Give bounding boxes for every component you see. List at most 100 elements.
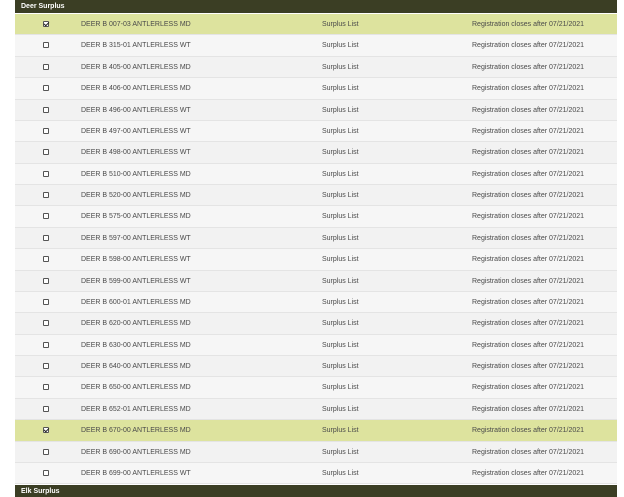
registration-status: Registration closes after 07/21/2021 bbox=[472, 234, 585, 242]
list-type: Surplus List bbox=[322, 384, 359, 392]
elk-surplus-header[interactable]: Elk Surplus bbox=[15, 485, 617, 497]
registration-status: Registration closes after 07/21/2021 bbox=[472, 21, 585, 28]
registration-status: Registration closes after 07/21/2021 bbox=[472, 213, 585, 221]
table-row[interactable]: DEER B 630-00 ANTLERLESS MD Surplus List R… bbox=[15, 334, 617, 356]
table-row[interactable]: DEER B 406-00 ANTLERLESS MD Surplus List R… bbox=[15, 78, 617, 100]
hunt-name: DEER B 406-00 ANTLERLESS MD bbox=[81, 85, 191, 93]
row-checkbox[interactable] bbox=[43, 192, 49, 198]
list-type: Surplus List bbox=[322, 277, 359, 285]
list-type: Surplus List bbox=[322, 320, 359, 328]
table-row[interactable]: DEER B 575-00 ANTLERLESS MD Surplus List R… bbox=[15, 206, 617, 228]
surplus-list-page: Deer Surplus DEER B 007-03 ANTLERLESS MD… bbox=[0, 0, 624, 497]
row-checkbox[interactable] bbox=[43, 170, 49, 177]
registration-status: Registration closes after 07/21/2021 bbox=[472, 298, 585, 306]
list-type: Surplus List bbox=[322, 127, 359, 135]
table-row[interactable]: DEER B 496-00 ANTLERLESS WT Surplus List R… bbox=[15, 99, 617, 121]
table-row[interactable]: DEER B 690-00 ANTLERLESS MD Surplus List R… bbox=[15, 441, 617, 463]
row-checkbox[interactable] bbox=[43, 127, 49, 134]
row-checkbox[interactable] bbox=[43, 469, 49, 476]
list-type: Surplus List bbox=[322, 234, 359, 242]
list-type: Surplus List bbox=[322, 213, 359, 221]
registration-status: Registration closes after 07/21/2021 bbox=[472, 469, 585, 477]
list-type: Surplus List bbox=[322, 42, 359, 50]
table-row[interactable]: DEER B 599-00 ANTLERLESS WT Surplus List R… bbox=[15, 270, 617, 292]
registration-status: Registration closes after 07/21/2021 bbox=[472, 170, 585, 178]
row-checkbox[interactable] bbox=[43, 149, 49, 156]
row-checkbox[interactable] bbox=[43, 106, 49, 113]
deer-surplus-header[interactable]: Deer Surplus bbox=[15, 0, 617, 13]
table-row[interactable]: DEER B 007-03 ANTLERLESS MD Surplus List R… bbox=[15, 14, 617, 36]
row-checkbox[interactable] bbox=[43, 234, 49, 241]
table-row[interactable]: DEER B 640-00 ANTLERLESS MD Surplus List R… bbox=[15, 356, 617, 378]
hunt-name: DEER B 640-00 ANTLERLESS MD bbox=[81, 363, 191, 370]
row-checkbox[interactable] bbox=[43, 85, 49, 92]
hunt-name: DEER B 620-00 ANTLERLESS MD bbox=[81, 320, 191, 328]
registration-status: Registration closes after 07/21/2021 bbox=[472, 427, 585, 435]
list-type: Surplus List bbox=[322, 469, 359, 477]
row-checkbox[interactable] bbox=[43, 213, 49, 220]
row-checkbox[interactable] bbox=[43, 341, 49, 348]
hunt-name: DEER B 007-03 ANTLERLESS MD bbox=[81, 21, 191, 28]
table-row[interactable]: DEER B 652-01 ANTLERLESS MD Surplus List R… bbox=[15, 398, 617, 421]
row-checkbox[interactable] bbox=[43, 277, 49, 284]
table-row[interactable]: DEER B 600-01 ANTLERLESS MD Surplus List R… bbox=[15, 291, 617, 314]
table-row[interactable]: DEER B 520-00 ANTLERLESS MD Surplus List R… bbox=[15, 185, 617, 207]
table-row[interactable]: DEER B 510-00 ANTLERLESS MD Surplus List R… bbox=[15, 163, 617, 185]
list-type: Surplus List bbox=[322, 405, 359, 413]
registration-status: Registration closes after 07/21/2021 bbox=[472, 448, 585, 456]
hunt-name: DEER B 597-00 ANTLERLESS WT bbox=[81, 234, 191, 242]
list-type: Surplus List bbox=[322, 192, 359, 199]
table-row[interactable]: DEER B 315-01 ANTLERLESS WT Surplus List R… bbox=[15, 35, 617, 57]
row-checkbox[interactable] bbox=[43, 320, 49, 327]
table-row[interactable]: DEER B 620-00 ANTLERLESS MD Surplus List R… bbox=[15, 313, 617, 335]
table-row[interactable]: DEER B 597-00 ANTLERLESS WT Surplus List R… bbox=[15, 227, 617, 250]
list-type: Surplus List bbox=[322, 341, 359, 349]
row-checkbox[interactable] bbox=[43, 256, 49, 263]
list-type: Surplus List bbox=[322, 256, 359, 264]
hunt-name: DEER B 670-00 ANTLERLESS MD bbox=[81, 427, 191, 435]
table-row[interactable]: DEER B 497-00 ANTLERLESS WT Surplus List R… bbox=[15, 120, 617, 143]
hunt-name: DEER B 598-00 ANTLERLESS WT bbox=[81, 256, 191, 264]
row-checkbox[interactable] bbox=[43, 427, 49, 434]
row-checkbox[interactable] bbox=[43, 384, 49, 391]
hunt-name: DEER B 630-00 ANTLERLESS MD bbox=[81, 341, 191, 349]
deer-surplus-rows: DEER B 007-03 ANTLERLESS MD Surplus List R… bbox=[15, 14, 617, 485]
table-row[interactable]: DEER B 405-00 ANTLERLESS MD Surplus List R… bbox=[15, 56, 617, 79]
list-type: Surplus List bbox=[322, 427, 359, 435]
list-type: Surplus List bbox=[322, 85, 359, 93]
row-checkbox[interactable] bbox=[43, 448, 49, 455]
registration-status: Registration closes after 07/21/2021 bbox=[472, 149, 585, 157]
table-row[interactable]: DEER B 699-00 ANTLERLESS WT Surplus List R… bbox=[15, 462, 617, 485]
list-type: Surplus List bbox=[322, 448, 359, 456]
list-type: Surplus List bbox=[322, 149, 359, 157]
row-checkbox[interactable] bbox=[43, 405, 49, 412]
registration-status: Registration closes after 07/21/2021 bbox=[472, 192, 585, 199]
hunt-name: DEER B 650-00 ANTLERLESS MD bbox=[81, 384, 191, 392]
registration-status: Registration closes after 07/21/2021 bbox=[472, 341, 585, 349]
registration-status: Registration closes after 07/21/2021 bbox=[472, 320, 585, 328]
row-checkbox[interactable] bbox=[43, 298, 49, 305]
hunt-name: DEER B 520-00 ANTLERLESS MD bbox=[81, 192, 191, 199]
hunt-name: DEER B 599-00 ANTLERLESS WT bbox=[81, 277, 191, 285]
table-row[interactable]: DEER B 498-00 ANTLERLESS WT Surplus List R… bbox=[15, 142, 617, 164]
registration-status: Registration closes after 07/21/2021 bbox=[472, 384, 585, 392]
row-checkbox[interactable] bbox=[43, 63, 49, 70]
table-row[interactable]: DEER B 650-00 ANTLERLESS MD Surplus List R… bbox=[15, 377, 617, 399]
row-checkbox[interactable] bbox=[43, 21, 49, 27]
hunt-name: DEER B 498-00 ANTLERLESS WT bbox=[81, 149, 191, 157]
hunt-name: DEER B 699-00 ANTLERLESS WT bbox=[81, 469, 191, 477]
table-row[interactable]: DEER B 670-00 ANTLERLESS MD Surplus List R… bbox=[15, 420, 617, 442]
registration-status: Registration closes after 07/21/2021 bbox=[472, 127, 585, 135]
table-row[interactable]: DEER B 598-00 ANTLERLESS WT Surplus List R… bbox=[15, 249, 617, 271]
list-type: Surplus List bbox=[322, 298, 359, 306]
hunt-name: DEER B 510-00 ANTLERLESS MD bbox=[81, 170, 191, 178]
list-type: Surplus List bbox=[322, 106, 359, 114]
registration-status: Registration closes after 07/21/2021 bbox=[472, 106, 585, 114]
hunt-name: DEER B 600-01 ANTLERLESS MD bbox=[81, 298, 191, 306]
list-type: Surplus List bbox=[322, 363, 359, 370]
row-checkbox[interactable] bbox=[43, 363, 49, 369]
registration-status: Registration closes after 07/21/2021 bbox=[472, 85, 585, 93]
row-checkbox[interactable] bbox=[43, 42, 49, 49]
hunt-name: DEER B 575-00 ANTLERLESS MD bbox=[81, 213, 191, 221]
list-type: Surplus List bbox=[322, 170, 359, 178]
